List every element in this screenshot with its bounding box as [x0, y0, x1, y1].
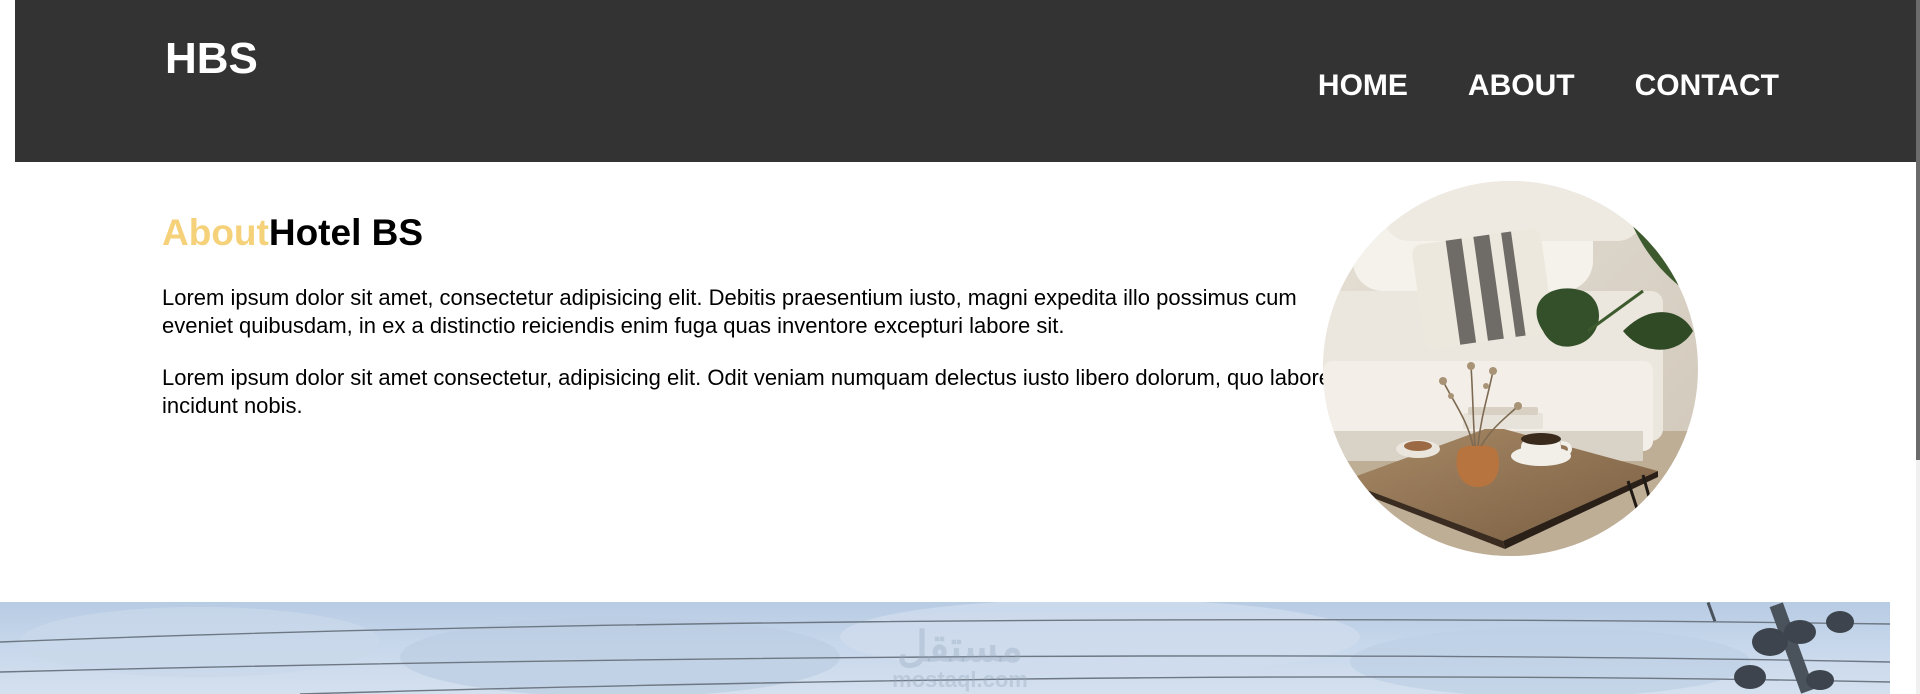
about-paragraph: Lorem ipsum dolor sit amet consectetur, …: [162, 365, 1332, 418]
nav-link-about[interactable]: ABOUT: [1468, 66, 1575, 106]
watermark-arabic: مستقل: [897, 623, 1023, 670]
about-title-accent: About: [162, 212, 269, 253]
nav-link-contact[interactable]: CONTACT: [1635, 66, 1779, 106]
about-title-main: Hotel BS: [268, 212, 424, 253]
page-scrollbar[interactable]: [1916, 0, 1920, 694]
about-title: AboutHotel BS: [162, 211, 423, 255]
site-header: HBS HOME ABOUT CONTACT: [15, 0, 1920, 162]
scrollbar-thumb[interactable]: [1916, 0, 1920, 460]
watermark-site: mostaql.com: [892, 667, 1028, 692]
main-nav: HOME ABOUT CONTACT: [1258, 66, 1779, 106]
about-paragraph: Lorem ipsum dolor sit amet, consectetur …: [162, 285, 1297, 338]
hero-banner-image: مستقل mostaql.com: [0, 602, 1890, 694]
hotel-room-image: [1323, 181, 1698, 556]
nav-link-home[interactable]: HOME: [1318, 66, 1408, 106]
site-logo[interactable]: HBS: [165, 34, 258, 84]
watermark-logo: مستقل mostaql.com: [860, 626, 1060, 692]
